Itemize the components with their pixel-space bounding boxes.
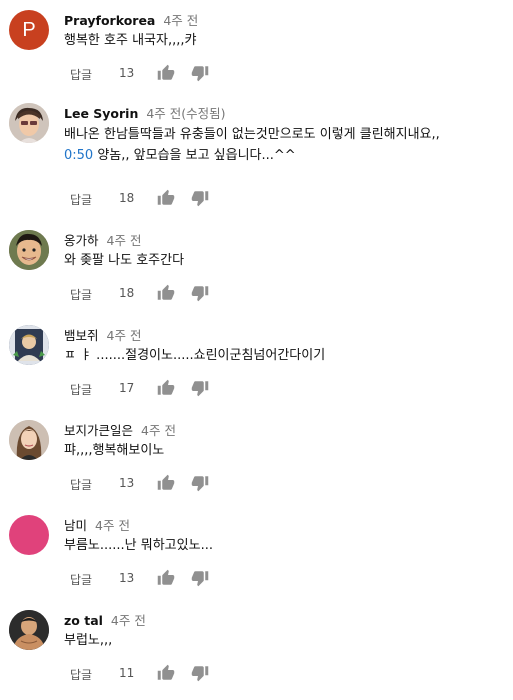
comment-header: Lee Syorin 4주 전(수정됨) xyxy=(64,103,226,121)
author-name[interactable]: Lee Syorin xyxy=(64,106,138,121)
author-name[interactable]: 뱀보쥐 xyxy=(64,328,99,343)
comment-text: 배나온 한남틀딱들과 유충들이 없는것만으로도 이렇게 클린해지내요,, 0:5… xyxy=(64,124,440,166)
author-name[interactable]: zo tal xyxy=(64,613,103,628)
reply-button[interactable]: 답글 xyxy=(70,191,92,208)
reply-button[interactable]: 답글 xyxy=(70,286,92,303)
thumbs-up-icon[interactable] xyxy=(157,379,175,397)
avatar[interactable] xyxy=(9,515,49,555)
like-count: 13 xyxy=(119,476,135,490)
like-count: 13 xyxy=(119,66,135,80)
thumbs-down-icon[interactable] xyxy=(191,664,209,682)
timestamp-link[interactable]: 0:50 xyxy=(64,148,93,163)
reply-button[interactable]: 답글 xyxy=(70,666,92,683)
comment-header: zo tal 4주 전 xyxy=(64,610,146,628)
thumbs-up-icon[interactable] xyxy=(157,189,175,207)
thumbs-up-icon[interactable] xyxy=(157,569,175,587)
comment-time[interactable]: 4주 전 xyxy=(95,518,130,533)
thumbs-up-icon[interactable] xyxy=(157,284,175,302)
comment-text: 퍄,,,,행복해보이노 xyxy=(64,443,165,458)
like-count: 11 xyxy=(119,666,135,680)
thumbs-up-icon[interactable] xyxy=(157,664,175,682)
author-name[interactable]: 옹가하 xyxy=(64,233,99,248)
thumbs-down-icon[interactable] xyxy=(191,474,209,492)
comment-time[interactable]: 4주 전 xyxy=(163,13,198,28)
thumbs-down-icon[interactable] xyxy=(191,64,209,82)
thumbs-down-icon[interactable] xyxy=(191,569,209,587)
author-name[interactable]: Prayforkorea xyxy=(64,13,155,28)
avatar[interactable] xyxy=(9,230,49,270)
avatar[interactable] xyxy=(9,420,49,460)
thumbs-down-icon[interactable] xyxy=(191,189,209,207)
avatar[interactable] xyxy=(9,103,49,143)
like-count: 13 xyxy=(119,571,135,585)
avatar[interactable] xyxy=(9,610,49,650)
comment-text: 부럽노,,, xyxy=(64,633,113,648)
author-name[interactable]: 남미 xyxy=(64,518,87,533)
reply-button[interactable]: 답글 xyxy=(70,476,92,493)
comment-header: 남미 4주 전 xyxy=(64,515,130,533)
reply-button[interactable]: 답글 xyxy=(70,381,92,398)
thumbs-up-icon[interactable] xyxy=(157,64,175,82)
reply-button[interactable]: 답글 xyxy=(70,66,92,83)
photo-avatar-icon xyxy=(9,610,49,650)
comment-time[interactable]: 4주 전 xyxy=(107,328,142,343)
comment-text-line: 0:50 양놈,, 앞모습을 보고 싶읍니다...^^ xyxy=(64,145,440,166)
like-count: 17 xyxy=(119,381,135,395)
avatar-letter: P xyxy=(22,18,36,41)
reply-button[interactable]: 답글 xyxy=(70,571,92,588)
author-name[interactable]: 보지가큰일은 xyxy=(64,423,133,438)
comment-header: Prayforkorea 4주 전 xyxy=(64,10,198,28)
comment-text: 행복한 호주 내국자,,,,캬 xyxy=(64,33,197,48)
comment-text: 부름노......난 뭐하고있노... xyxy=(64,538,213,553)
thumbs-down-icon[interactable] xyxy=(191,379,209,397)
thumbs-down-icon[interactable] xyxy=(191,284,209,302)
photo-avatar-icon xyxy=(9,103,49,143)
comment-time[interactable]: 4주 전 xyxy=(111,613,146,628)
comment-text: 와 좆팔 나도 호주간다 xyxy=(64,253,185,268)
avatar[interactable]: P xyxy=(9,10,49,50)
photo-avatar-icon xyxy=(9,325,49,365)
like-count: 18 xyxy=(119,191,135,205)
comment-header: 보지가큰일은 4주 전 xyxy=(64,420,176,438)
avatar[interactable] xyxy=(9,325,49,365)
comment-text-line: 배나온 한남틀딱들과 유충들이 없는것만으로도 이렇게 클린해지내요,, xyxy=(64,127,440,142)
comment-text-rest: 양놈,, 앞모습을 보고 싶읍니다...^^ xyxy=(93,148,296,163)
comment-header: 옹가하 4주 전 xyxy=(64,230,141,248)
photo-avatar-icon xyxy=(9,420,49,460)
comment-time[interactable]: 4주 전 xyxy=(107,233,142,248)
like-count: 18 xyxy=(119,286,135,300)
comment-time[interactable]: 4주 전(수정됨) xyxy=(146,106,225,121)
comment-time[interactable]: 4주 전 xyxy=(141,423,176,438)
comment-header: 뱀보쥐 4주 전 xyxy=(64,325,141,343)
comment-text: ㅍ ㅑ .......절경이노.....쇼린이군침넘어간다이기 xyxy=(64,348,326,363)
photo-avatar-icon xyxy=(9,230,49,270)
thumbs-up-icon[interactable] xyxy=(157,474,175,492)
